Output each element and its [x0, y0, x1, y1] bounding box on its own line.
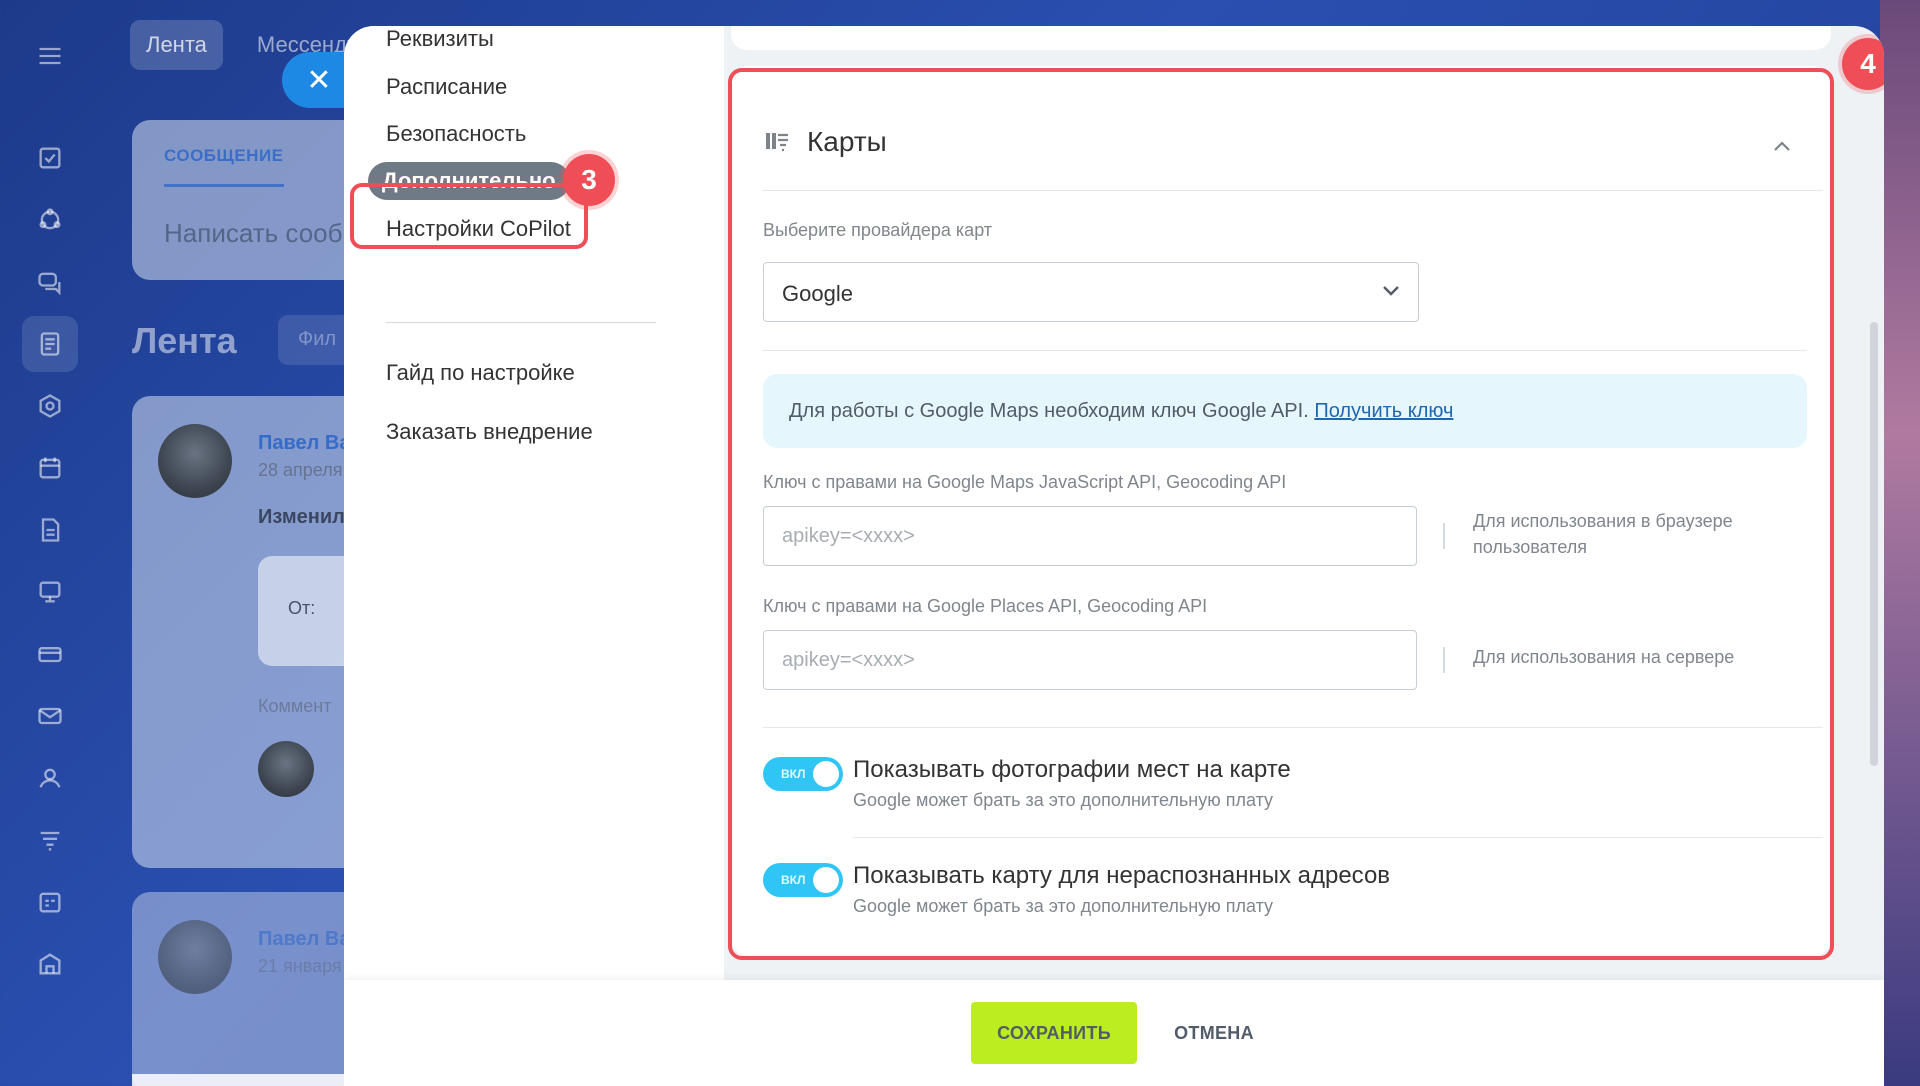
post-comment-label[interactable]: Коммент: [258, 696, 331, 717]
settings-side-nav: Реквизиты Расписание Безопасность Дополн…: [344, 26, 724, 1086]
previous-card: [731, 26, 1831, 50]
nav-divider: [386, 322, 656, 323]
nav-item-requisites[interactable]: Реквизиты: [386, 26, 494, 52]
wallpaper-edge: [1880, 0, 1920, 1086]
post-from-label: От:: [288, 598, 316, 618]
tasks-icon[interactable]: [22, 130, 78, 186]
save-button[interactable]: СОХРАНИТЬ: [971, 1002, 1137, 1064]
settings-panel: Реквизиты Расписание Безопасность Дополн…: [344, 26, 1884, 1086]
post-author[interactable]: Павел Ва: [258, 928, 350, 951]
board-icon[interactable]: [22, 564, 78, 620]
post-text: Изменил: [258, 506, 345, 528]
feed-icon[interactable]: [22, 316, 78, 372]
maps-highlight-frame: [728, 68, 1834, 960]
filter-icon[interactable]: [22, 812, 78, 868]
nav-item-schedule[interactable]: Расписание: [386, 74, 507, 100]
calendar-icon[interactable]: [22, 440, 78, 496]
top-tab-feed[interactable]: Лента: [130, 20, 223, 70]
settings-content: Карты Выберите провайдера карт Google Дл…: [724, 26, 1884, 1086]
composer-placeholder[interactable]: Написать сооб: [164, 218, 343, 249]
nav-item-order-implementation[interactable]: Заказать внедрение: [386, 419, 593, 445]
cancel-button[interactable]: ОТМЕНА: [1154, 1002, 1274, 1064]
avatar: [258, 741, 314, 797]
company-icon[interactable]: [22, 936, 78, 992]
settings-footer: СОХРАНИТЬ ОТМЕНА: [344, 980, 1884, 1086]
documents-icon[interactable]: [22, 502, 78, 558]
nav-highlight-frame: [350, 183, 588, 249]
contacts-icon[interactable]: [22, 750, 78, 806]
avatar[interactable]: [158, 424, 232, 498]
step-badge-3: 3: [563, 154, 615, 206]
feed-title: Лента: [132, 320, 237, 361]
close-icon: ✕: [306, 63, 332, 97]
mail-icon[interactable]: [22, 688, 78, 744]
post-author[interactable]: Павел Ва: [258, 432, 350, 455]
post-date: 28 апреля: [258, 460, 343, 480]
close-slider-button[interactable]: ✕: [282, 52, 346, 108]
nav-item-security[interactable]: Безопасность: [386, 121, 526, 147]
sites-icon[interactable]: [22, 626, 78, 682]
step-badge-4: 4: [1842, 38, 1884, 90]
crm-icon[interactable]: [22, 192, 78, 248]
nav-item-setup-guide[interactable]: Гайд по настройке: [386, 360, 575, 386]
schedule-icon[interactable]: [22, 874, 78, 930]
left-rail: [0, 0, 100, 1086]
composer-tab-message[interactable]: СООБЩЕНИЕ: [164, 146, 284, 187]
groups-icon[interactable]: [22, 378, 78, 434]
content-scrollbar[interactable]: [1870, 322, 1878, 766]
post-date: 21 января: [258, 956, 342, 976]
chat-icon[interactable]: [22, 254, 78, 310]
menu-icon[interactable]: [22, 28, 78, 84]
avatar[interactable]: [158, 920, 232, 994]
